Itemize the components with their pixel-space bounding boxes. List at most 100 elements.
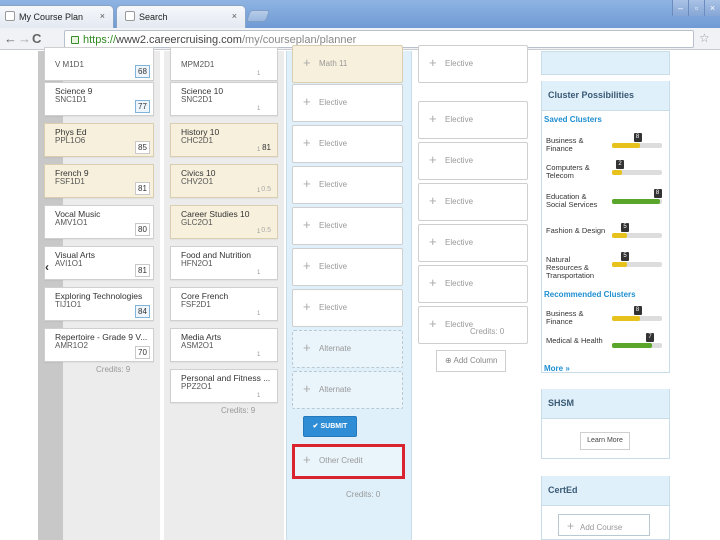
required-course-slot[interactable]: + Math 11: [292, 45, 403, 83]
course-card[interactable]: MPM2D1 1: [170, 47, 278, 81]
plus-icon: +: [429, 316, 437, 331]
elective-slot[interactable]: + Elective: [418, 224, 528, 262]
grade-10-credits: Credits: 9: [221, 406, 256, 415]
course-card[interactable]: Food and Nutrition HFN2O1 1: [170, 246, 278, 280]
course-grade[interactable]: 84: [135, 305, 150, 318]
reload-icon[interactable]: C: [32, 31, 41, 47]
course-card[interactable]: Science 10 SNC2D1 1: [170, 82, 278, 116]
elective-slot[interactable]: + Elective: [292, 125, 403, 163]
course-card[interactable]: Civics 10 CHV2O1 1 0.5: [170, 164, 278, 198]
course-card[interactable]: Personal and Fitness ... PPZ2O1 1: [170, 369, 278, 403]
submit-button[interactable]: ✔ SUBMIT: [303, 416, 357, 437]
slot-label: Elective: [319, 98, 348, 107]
more-clusters-link[interactable]: More »: [544, 364, 570, 373]
search-favicon-icon: [125, 11, 135, 21]
window-controls: – ▫ ×: [672, 0, 720, 16]
course-card[interactable]: Career Studies 10 GLC2O1 1 0.5: [170, 205, 278, 239]
course-card[interactable]: Visual ArtsAVI1O1181: [44, 246, 154, 280]
elective-slot[interactable]: + Elective: [418, 142, 528, 180]
course-card[interactable]: Exploring TechnologiesTIJ1O1184: [44, 287, 154, 321]
plus-icon: +: [429, 111, 437, 126]
cluster-score-badge: 8: [633, 306, 642, 315]
cluster-row[interactable]: Business & Finance 8: [546, 133, 666, 165]
course-code: SNC1D1: [55, 95, 87, 104]
course-card[interactable]: Media Arts ASM2O1 1: [170, 328, 278, 362]
forward-icon[interactable]: →: [18, 31, 31, 47]
course-grade[interactable]: 70: [135, 346, 150, 359]
new-tab-button[interactable]: [245, 10, 271, 22]
course-count: 1: [257, 147, 261, 153]
slot-label: Elective: [319, 180, 348, 189]
bookmark-star-icon[interactable]: ☆: [699, 31, 710, 45]
elective-slot[interactable]: + Elective: [292, 289, 403, 327]
tab-my-course-plan[interactable]: My Course Plan ×: [0, 5, 114, 28]
cluster-possibilities-title: Cluster Possibilities: [542, 81, 669, 111]
back-icon[interactable]: ←: [4, 31, 17, 47]
course-count: 1: [257, 270, 261, 276]
elective-slot[interactable]: + Elective: [418, 265, 528, 303]
course-card[interactable]: V M1D1168: [44, 47, 154, 81]
cluster-bar-fill: [612, 262, 627, 267]
course-card[interactable]: Repertoire - Grade 9 V...AMR1O2170: [44, 328, 154, 362]
elective-slot[interactable]: + Elective: [292, 84, 403, 122]
cluster-bar: [612, 143, 662, 148]
close-tab-icon[interactable]: ×: [100, 11, 105, 21]
cluster-row[interactable]: Computers & Telecom 2: [546, 160, 666, 192]
elective-slot[interactable]: + Elective: [418, 101, 528, 139]
learn-more-button[interactable]: Learn More: [580, 432, 630, 450]
course-code: AMR1O2: [55, 341, 88, 350]
elective-slot[interactable]: + Elective: [292, 166, 403, 204]
scroll-left-arrow-icon[interactable]: ‹: [45, 260, 49, 274]
cluster-row[interactable]: Fashion & Design 5: [546, 223, 666, 255]
course-grade[interactable]: 81: [135, 264, 150, 277]
plus-icon: +: [303, 135, 311, 150]
course-code: CHV2O1: [181, 177, 214, 186]
cluster-row[interactable]: Medical & Health 7: [546, 333, 666, 365]
course-grade[interactable]: 81: [135, 182, 150, 195]
add-course-button[interactable]: + Add Course: [558, 514, 650, 536]
add-column-button[interactable]: ⊕ Add Column: [436, 350, 506, 372]
course-code: HFN2O1: [181, 259, 213, 268]
slot-label: Elective: [319, 303, 348, 312]
cluster-bar-fill: [612, 170, 622, 175]
slot-label: Alternate: [319, 385, 352, 394]
course-code: TIJ1O1: [55, 300, 82, 309]
highlight-box: [292, 444, 405, 479]
course-grade[interactable]: 68: [135, 65, 150, 78]
close-window-button[interactable]: ×: [704, 0, 720, 16]
cluster-row[interactable]: Education & Social Services 8: [546, 189, 666, 221]
course-card[interactable]: Phys EdPPL1O6185: [44, 123, 154, 157]
tab-search[interactable]: Search ×: [116, 5, 246, 28]
course-card[interactable]: Science 9SNC1D1177: [44, 82, 154, 116]
slot-label: Alternate: [319, 344, 352, 353]
course-code: MPM2D1: [181, 60, 215, 69]
course-grade[interactable]: 85: [135, 141, 150, 154]
alternate-slot[interactable]: + Alternate: [292, 330, 403, 368]
course-grade[interactable]: 80: [135, 223, 150, 236]
course-card[interactable]: Core French FSF2D1 1: [170, 287, 278, 321]
elective-slot[interactable]: + Elective: [418, 45, 528, 83]
tab-title: My Course Plan: [19, 12, 84, 22]
course-code: SNC2D1: [181, 95, 213, 104]
cluster-row[interactable]: Natural Resources & Transportation 5: [546, 252, 666, 284]
course-card[interactable]: French 9FSF1D1181: [44, 164, 154, 198]
elective-slot[interactable]: + Elective: [292, 248, 403, 286]
maximize-button[interactable]: ▫: [688, 0, 704, 16]
plus-icon: +: [567, 519, 575, 533]
course-card[interactable]: Vocal MusicAMV1O1180: [44, 205, 154, 239]
cluster-score-badge: 5: [621, 252, 629, 261]
cluster-name: Business & Finance: [546, 136, 584, 153]
elective-slot[interactable]: + Elective: [292, 207, 403, 245]
plus-icon: +: [429, 234, 437, 249]
plus-icon: +: [303, 340, 311, 355]
cluster-bar-fill: [612, 143, 640, 148]
course-card[interactable]: History 10 CHC2D1 1 81: [170, 123, 278, 157]
course-grade[interactable]: 77: [135, 100, 150, 113]
slot-label: Elective: [445, 238, 474, 247]
close-tab-icon[interactable]: ×: [232, 11, 237, 21]
alternate-slot[interactable]: + Alternate: [292, 371, 403, 409]
elective-slot[interactable]: + Elective: [418, 183, 528, 221]
minimize-button[interactable]: –: [672, 0, 688, 16]
elective-slot[interactable]: + Elective: [418, 306, 528, 344]
course-code: AMV1O1: [55, 218, 88, 227]
